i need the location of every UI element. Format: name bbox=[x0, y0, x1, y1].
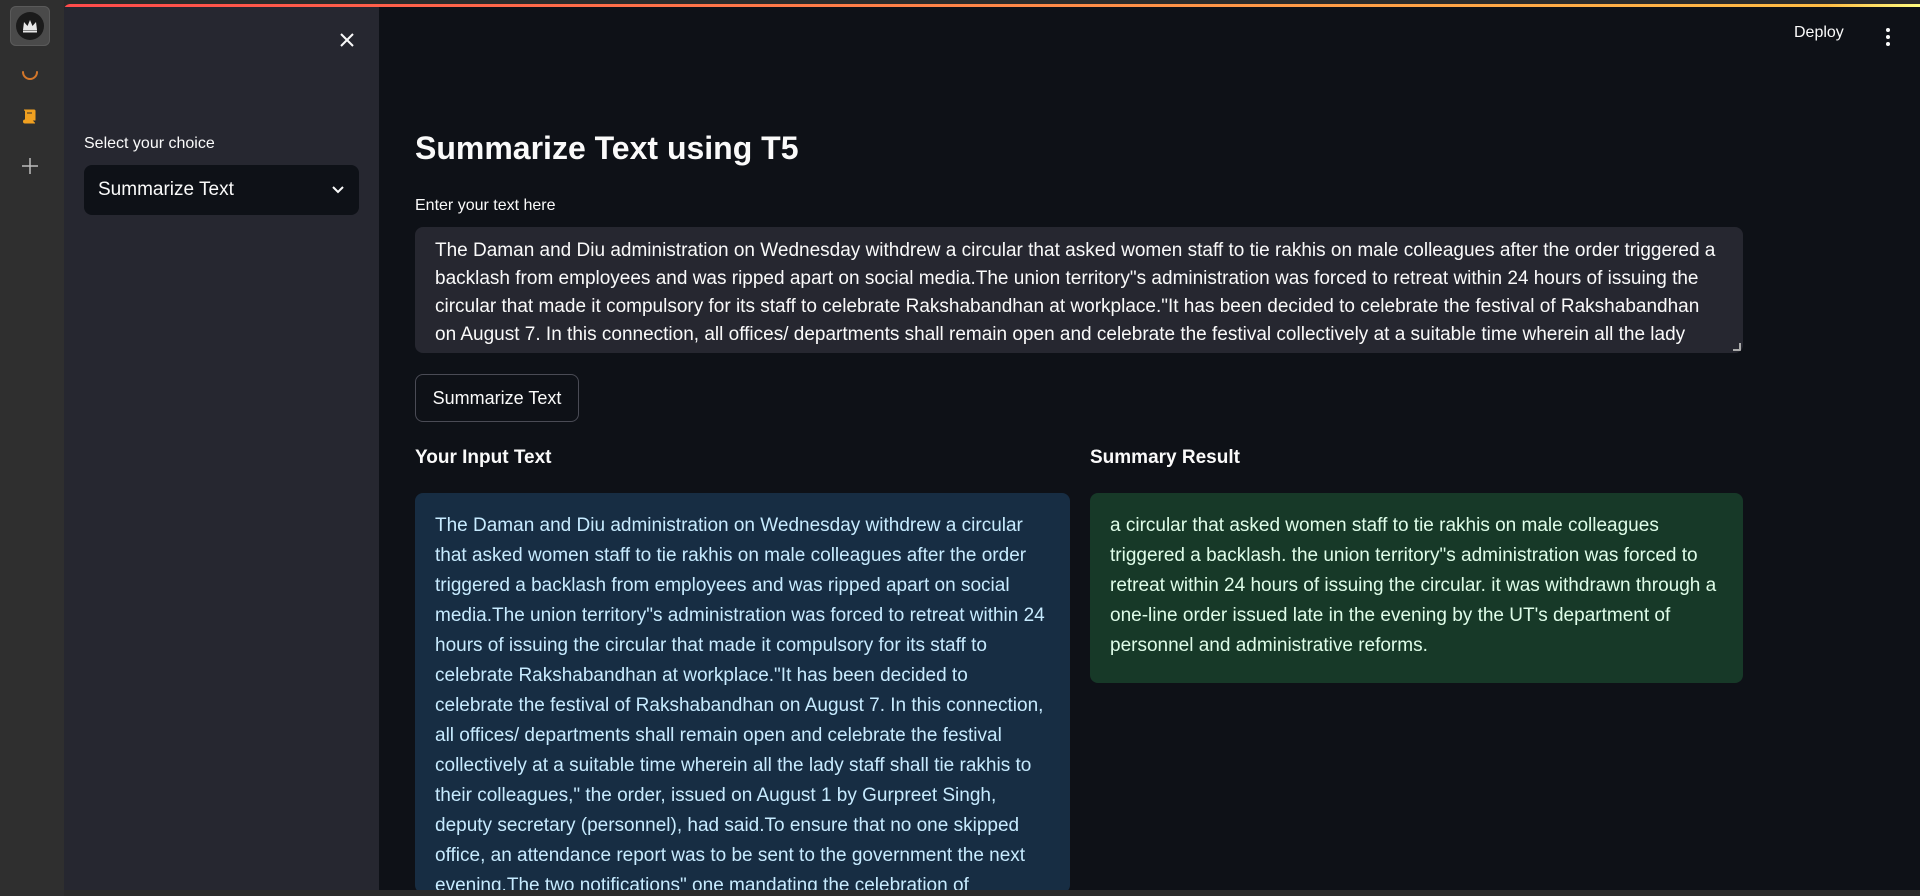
input-text-content: The Daman and Diu administration on Wedn… bbox=[435, 515, 1045, 890]
summary-text-content: a circular that asked women staff to tie… bbox=[1110, 515, 1717, 656]
deploy-button[interactable]: Deploy bbox=[1794, 24, 1844, 42]
close-icon bbox=[340, 33, 354, 47]
input-text-heading: Your Input Text bbox=[415, 447, 552, 468]
page-title: Summarize Text using T5 bbox=[415, 130, 799, 166]
app-window: Select your choice Summarize Text Deploy… bbox=[64, 4, 1920, 890]
close-sidebar-button[interactable] bbox=[336, 29, 358, 51]
resize-handle-icon[interactable] bbox=[1733, 343, 1741, 351]
crown-logo-icon[interactable] bbox=[10, 6, 50, 46]
main-menu-icon[interactable] bbox=[1879, 24, 1897, 50]
summary-heading: Summary Result bbox=[1090, 447, 1240, 468]
text-input-label: Enter your text here bbox=[415, 197, 556, 214]
textarea-value: The Daman and Diu administration on Wedn… bbox=[435, 240, 1716, 353]
spinner-icon[interactable] bbox=[10, 52, 50, 92]
select-label: Select your choice bbox=[84, 135, 215, 152]
select-value: Summarize Text bbox=[98, 179, 234, 200]
sidebar: Select your choice Summarize Text bbox=[64, 7, 379, 890]
chevron-down-icon bbox=[332, 186, 344, 194]
book-icon[interactable] bbox=[10, 96, 50, 136]
text-input-area[interactable]: The Daman and Diu administration on Wedn… bbox=[415, 227, 1743, 353]
choice-select[interactable]: Summarize Text bbox=[84, 165, 359, 215]
plus-icon[interactable] bbox=[10, 146, 50, 186]
input-text-box: The Daman and Diu administration on Wedn… bbox=[415, 493, 1070, 890]
summarize-button[interactable]: Summarize Text bbox=[415, 374, 579, 422]
left-dock bbox=[0, 0, 64, 896]
summary-result-box: a circular that asked women staff to tie… bbox=[1090, 493, 1743, 683]
